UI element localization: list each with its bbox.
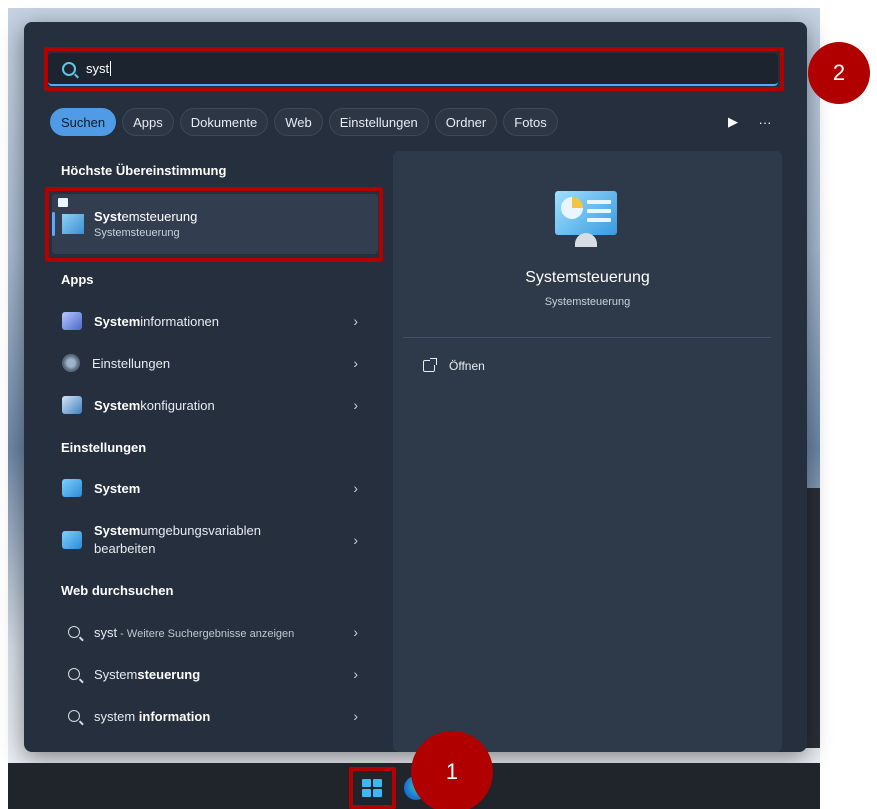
best-match-item[interactable]: Systemsteuerung Systemsteuerung — [52, 194, 378, 254]
web-item-label: syst - Weitere Suchergebnisse anzeigen — [94, 625, 294, 640]
app-item-label-rest: informationen — [140, 313, 220, 329]
windows-logo-tile — [373, 789, 382, 797]
web-item-rest: - Weitere Suchergebnisse anzeigen — [117, 627, 295, 640]
search-input[interactable]: syst — [86, 61, 109, 76]
settings-item-label: Systemumgebungsvariablen bearbeiten — [94, 522, 261, 558]
filter-tab-fotos[interactable]: Fotos — [503, 108, 558, 136]
system-monitor-icon — [62, 479, 82, 497]
section-title-settings: Einstellungen — [61, 440, 147, 455]
app-item-systeminformationen[interactable]: Systeminformationen › — [50, 302, 376, 340]
control-panel-icon-stand — [575, 233, 597, 247]
settings-item-umgebungsvariablen[interactable]: Systemumgebungsvariablen bearbeiten › — [50, 518, 376, 562]
control-panel-icon — [555, 191, 617, 247]
chevron-right-icon[interactable]: › — [353, 313, 358, 329]
best-match-title-bold: Syst — [94, 209, 122, 224]
step-marker-1: 1 — [411, 731, 493, 809]
control-panel-icon-bar — [587, 200, 611, 204]
windows-logo-tile — [373, 779, 382, 787]
gear-icon — [62, 354, 80, 372]
app-item-systemkonfiguration[interactable]: Systemkonfiguration › — [50, 386, 376, 424]
settings-item-label: System — [94, 481, 140, 496]
web-item-prefix: syst — [94, 624, 118, 640]
web-item-systemsteuerung[interactable]: Systemsteuerung › — [50, 655, 376, 693]
open-action[interactable]: Öffnen — [423, 358, 485, 373]
detail-subtitle: Systemsteuerung — [544, 296, 631, 308]
app-item-label-bold: System — [94, 397, 141, 413]
app-item-label: Systemkonfiguration — [94, 398, 215, 413]
windows-logo-tile — [362, 789, 371, 797]
system-configuration-icon — [62, 396, 82, 414]
settings-item-system[interactable]: System › — [50, 469, 376, 507]
search-icon — [68, 668, 80, 680]
web-item-syst[interactable]: syst - Weitere Suchergebnisse anzeigen › — [50, 613, 376, 651]
chevron-right-icon[interactable]: › — [353, 708, 358, 724]
selection-accent — [52, 212, 55, 236]
search-icon — [68, 626, 80, 638]
settings-item-label-line2: bearbeiten — [94, 541, 156, 556]
windows-logo-tile — [362, 779, 371, 787]
detail-title: Systemsteuerung — [525, 269, 650, 286]
text-caret — [110, 61, 112, 76]
filter-tab-einstellungen[interactable]: Einstellungen — [328, 108, 429, 136]
search-box[interactable]: syst — [48, 53, 778, 86]
open-external-icon — [423, 358, 437, 372]
settings-item-label-bold: System — [94, 480, 141, 496]
chevron-right-icon[interactable]: › — [353, 666, 358, 682]
web-item-bold: information — [135, 708, 211, 724]
detail-divider — [403, 337, 771, 338]
best-match-subtitle: Systemsteuerung — [94, 227, 180, 239]
play-icon[interactable]: ▶ — [720, 109, 746, 135]
web-item-label: Systemsteuerung — [94, 667, 200, 682]
control-panel-icon-pie — [561, 197, 583, 219]
app-item-label: Systeminformationen — [94, 314, 219, 329]
best-match-title: Systemsteuerung — [94, 209, 197, 224]
more-icon[interactable]: ··· — [752, 109, 778, 135]
chevron-right-icon[interactable]: › — [353, 532, 358, 548]
open-action-label: Öffnen — [449, 359, 485, 373]
chevron-right-icon[interactable]: › — [353, 624, 358, 640]
best-match-title-rest: emsteuerung — [121, 209, 198, 224]
settings-item-label-rest: umgebungsvariablen — [140, 523, 261, 538]
step-marker-2: 2 — [808, 42, 870, 104]
app-item-label: Einstellungen — [92, 356, 170, 371]
system-monitor-icon — [62, 531, 82, 549]
app-item-label-bold: System — [94, 313, 141, 329]
web-item-prefix: system — [94, 708, 136, 724]
chevron-right-icon[interactable]: › — [353, 480, 358, 496]
settings-item-label-bold: System — [94, 523, 141, 538]
windows-start-icon[interactable] — [357, 775, 387, 801]
filter-tab-web[interactable]: Web — [274, 108, 323, 136]
search-icon — [62, 61, 76, 76]
chevron-right-icon[interactable]: › — [353, 397, 358, 413]
system-information-icon — [62, 312, 82, 330]
app-item-einstellungen[interactable]: Einstellungen › — [50, 344, 376, 382]
filter-tab-suchen[interactable]: Suchen — [50, 108, 117, 136]
section-title-web: Web durchsuchen — [61, 583, 174, 598]
web-item-bold: steuerung — [137, 666, 201, 682]
control-panel-icon — [62, 214, 84, 234]
filter-tab-dokumente[interactable]: Dokumente — [179, 108, 269, 136]
detail-pane: Systemsteuerung Systemsteuerung Öffnen — [393, 151, 782, 752]
web-item-label: system information — [94, 709, 210, 724]
chevron-right-icon[interactable]: › — [353, 355, 358, 371]
app-item-label-rest: konfiguration — [140, 397, 215, 413]
web-item-system-information[interactable]: system information › — [50, 697, 376, 735]
settings-item-label-line1: Systemumgebungsvariablen — [94, 522, 261, 540]
search-icon — [68, 710, 80, 722]
web-item-prefix: System — [94, 666, 138, 682]
filter-tab-apps[interactable]: Apps — [122, 108, 174, 136]
app-item-label-rest: Einstellungen — [92, 355, 171, 371]
filter-tab-ordner[interactable]: Ordner — [434, 108, 498, 136]
section-title-apps: Apps — [61, 272, 94, 287]
control-panel-icon-bar — [587, 218, 611, 222]
best-match-text: Systemsteuerung Systemsteuerung — [94, 209, 197, 239]
section-title-best-match: Höchste Übereinstimmung — [61, 163, 227, 178]
filter-bar: Suchen Apps Dokumente Web Einstellungen … — [50, 107, 778, 137]
control-panel-icon-bar — [587, 209, 611, 213]
